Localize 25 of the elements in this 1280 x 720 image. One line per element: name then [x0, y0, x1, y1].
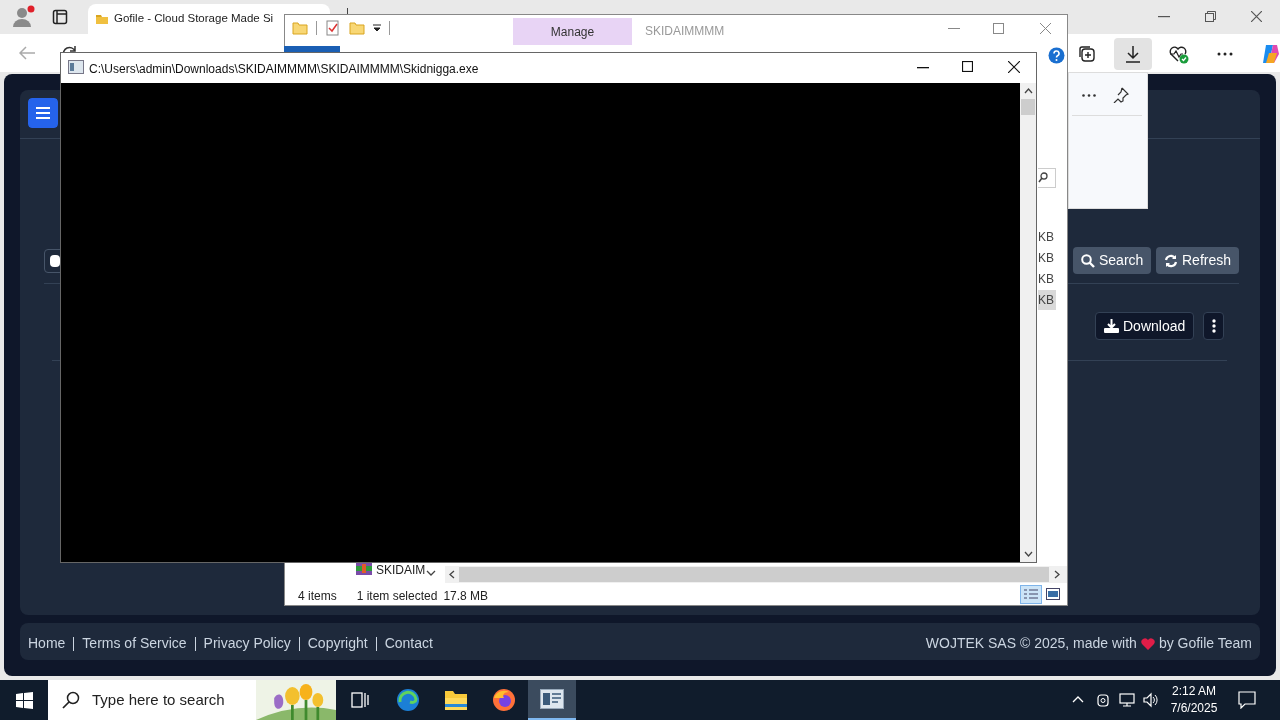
search-button[interactable]: Search [1073, 247, 1152, 274]
footer-link[interactable]: Home [28, 633, 66, 654]
size-cell[interactable]: KB [1038, 290, 1056, 310]
status-text: 1 item selected [356, 588, 438, 605]
footer-credit: WOJTEK SAS © 2025, made with [925, 634, 1137, 653]
status-text: 17.8 MB [443, 588, 489, 605]
window-title: C:\Users\admin\Downloads\SKIDAIMMMM\SKIDAIMMMM\Skidnigga.exe [89, 61, 479, 78]
footer-link[interactable]: Contact [384, 633, 433, 654]
size-cell[interactable]: KB [1038, 248, 1056, 268]
size-cell[interactable]: KB [1038, 269, 1056, 289]
download-button[interactable]: Download [1095, 312, 1195, 340]
ribbon-tab[interactable]: Manage [513, 18, 632, 45]
search-placeholder: Type here to search [92, 689, 225, 710]
footer-link[interactable]: Privacy Policy [203, 633, 291, 654]
footer-credit: by Gofile Team [1158, 634, 1252, 653]
tab-title: Gofile - Cloud Storage Made Si [114, 11, 274, 27]
window-title: SKIDAIMMMM [645, 23, 725, 40]
footer-link[interactable]: Copyright [307, 633, 368, 654]
refresh-button[interactable]: Refresh [1156, 247, 1240, 274]
clock[interactable]: 2:12 AM 7/6/2025 [1166, 683, 1222, 717]
size-cell[interactable]: KB [1038, 227, 1056, 247]
file-name[interactable]: SKIDAIM [376, 561, 426, 579]
footer-link[interactable]: Terms of Service [82, 633, 187, 654]
status-text: 4 items [298, 588, 337, 605]
taskbar-search-field[interactable]: Type here to search [48, 680, 336, 720]
